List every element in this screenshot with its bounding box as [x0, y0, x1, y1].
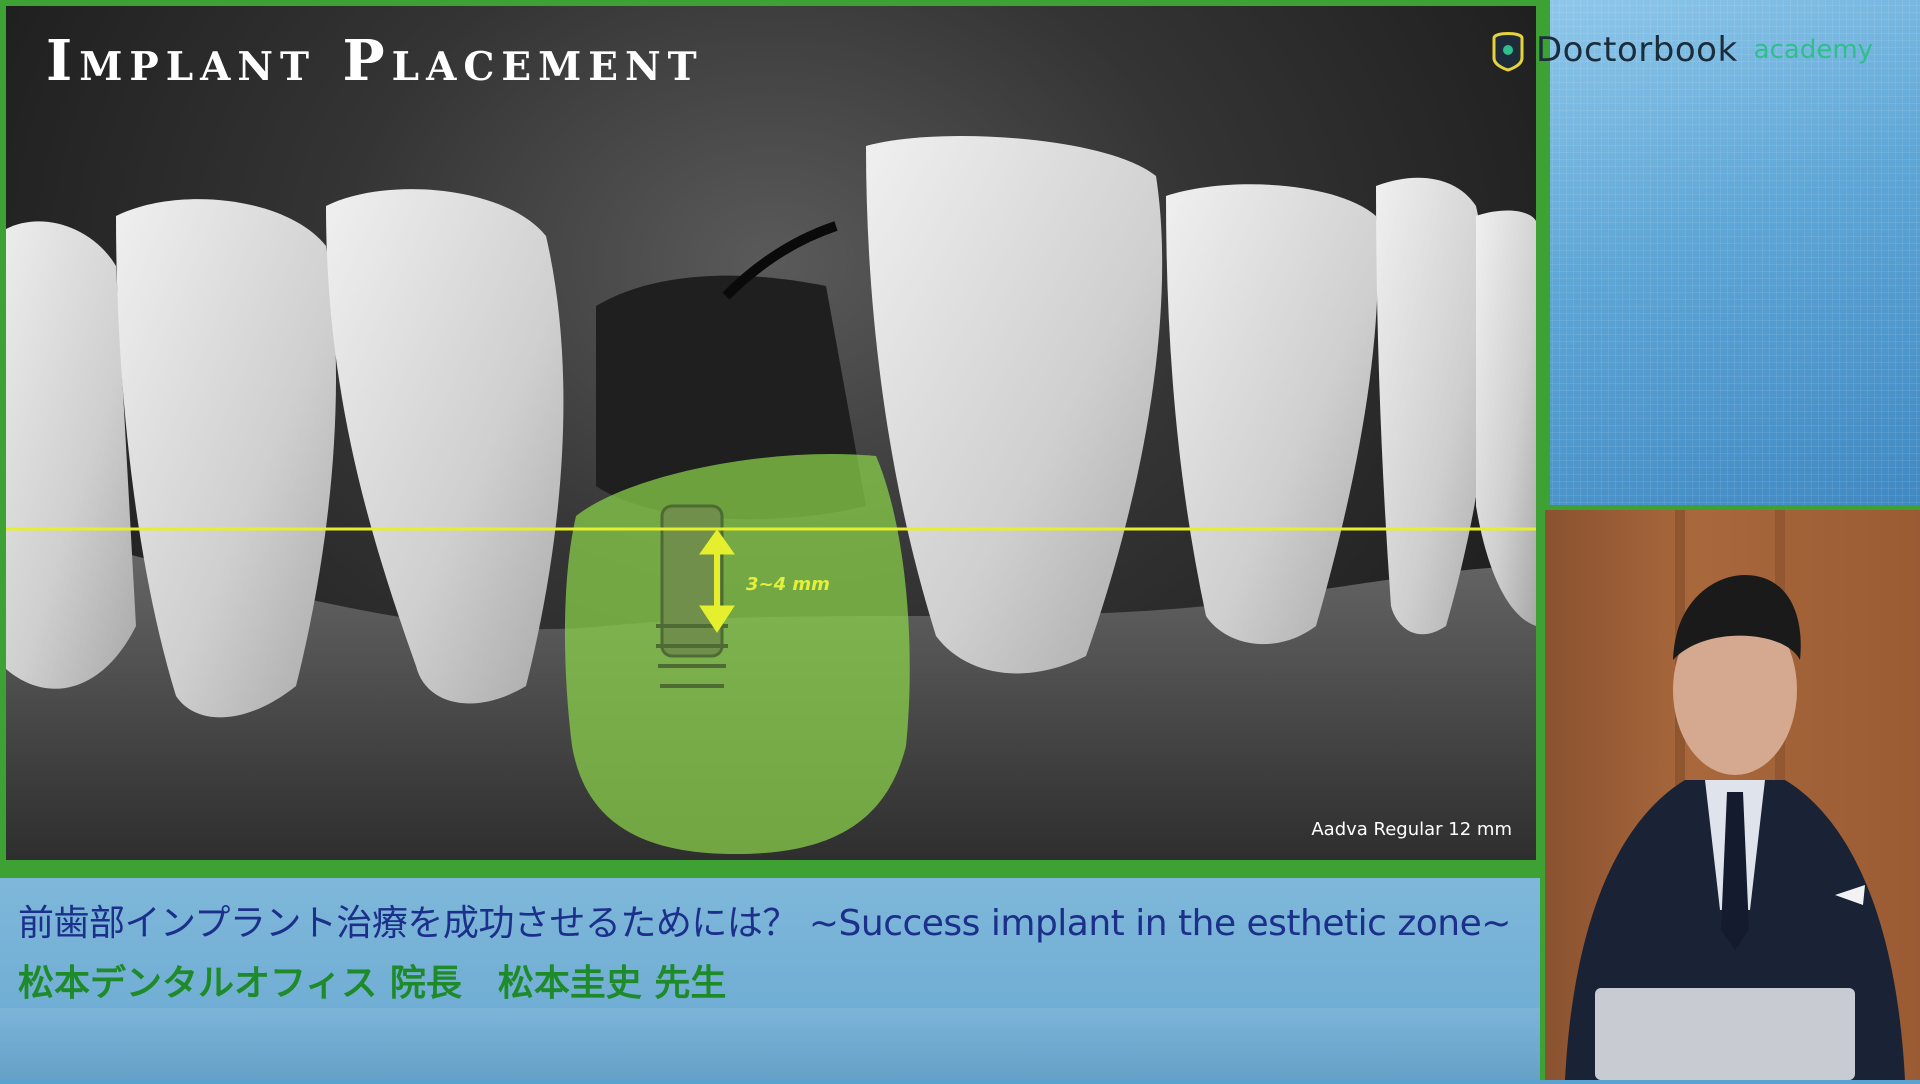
caption-stripe — [0, 1008, 1540, 1080]
laptop — [1595, 988, 1855, 1080]
presenter-figure — [1565, 510, 1905, 1080]
slide-frame: Implant Placement 3~4 mm Aadva Regular 1… — [0, 0, 1545, 868]
tooth — [1476, 210, 1536, 627]
background-panel — [1545, 0, 1920, 510]
dental-photo — [6, 136, 1536, 860]
tooth — [6, 221, 136, 689]
tooth — [1376, 177, 1491, 635]
video-title: 前歯部インプラント治療を成功させるためには？ ~Success implant … — [18, 903, 1511, 944]
brand-name: Doctorbook — [1536, 30, 1738, 70]
measurement-label: 3~4 mm — [746, 574, 830, 595]
implant-region-overlay — [564, 454, 910, 854]
caption-bar: 前歯部インプラント治療を成功させるためには？ ~Success implant … — [0, 868, 1540, 1080]
presenter-video — [1545, 510, 1920, 1080]
slide-title: Implant Placement — [46, 28, 704, 94]
brand-sub: academy — [1753, 35, 1874, 65]
speaker-name: 松本デンタルオフィス 院長 松本圭史 先生 — [18, 963, 727, 1004]
slide-image: Implant Placement 3~4 mm Aadva Regular 1… — [6, 6, 1536, 860]
tooth — [866, 136, 1163, 674]
shield-logo-icon — [1492, 32, 1524, 72]
tooth — [1166, 184, 1378, 645]
implant-caption: Aadva Regular 12 mm — [1311, 819, 1512, 840]
brand-logo: Doctorbook academy — [1490, 25, 1873, 75]
